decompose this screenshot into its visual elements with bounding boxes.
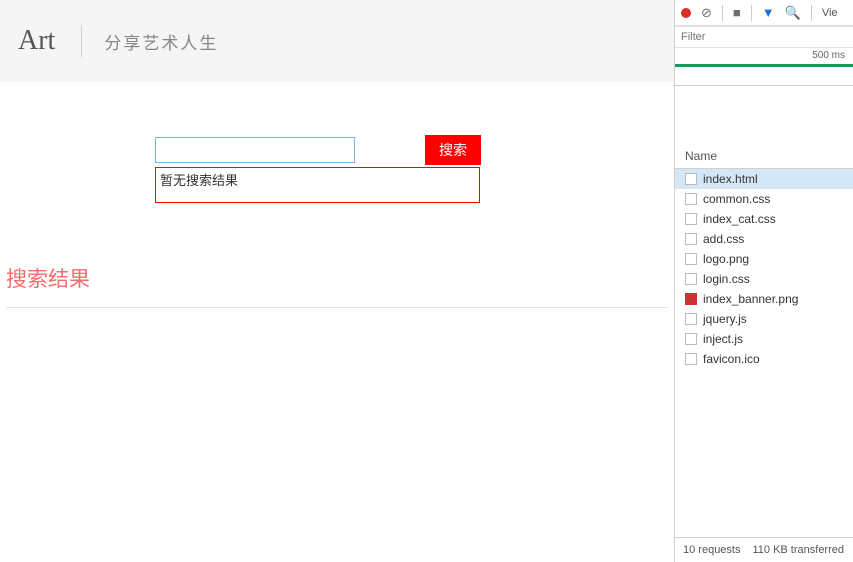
- filter-icon[interactable]: ▼: [762, 5, 775, 20]
- page-header: Art 分享艺术人生: [0, 0, 674, 82]
- file-row[interactable]: index_cat.css: [675, 209, 853, 229]
- name-column-header[interactable]: Name: [675, 144, 853, 169]
- file-row[interactable]: common.css: [675, 189, 853, 209]
- filter-input[interactable]: [675, 26, 853, 48]
- search-icon[interactable]: 🔍: [785, 5, 801, 21]
- file-name: index.html: [703, 172, 758, 186]
- file-icon: [685, 193, 697, 205]
- file-name: add.css: [703, 232, 744, 246]
- file-row[interactable]: login.css: [675, 269, 853, 289]
- divider: [6, 307, 668, 308]
- search-area: 搜索 暂无搜索结果: [155, 135, 674, 203]
- results-heading: 搜索结果: [6, 263, 674, 293]
- file-icon: [685, 213, 697, 225]
- separator: [811, 5, 812, 21]
- file-icon: [685, 273, 697, 285]
- file-row[interactable]: jquery.js: [675, 309, 853, 329]
- requests-count: 10 requests: [683, 544, 740, 556]
- search-input[interactable]: [155, 137, 355, 163]
- file-icon: [685, 313, 697, 325]
- camera-icon[interactable]: ■: [733, 5, 741, 20]
- file-icon: [685, 333, 697, 345]
- file-icon: [685, 173, 697, 185]
- file-row[interactable]: add.css: [675, 229, 853, 249]
- file-name: favicon.ico: [703, 352, 760, 366]
- file-icon: [685, 293, 697, 305]
- record-icon[interactable]: [681, 8, 691, 18]
- status-bar: 10 requests 110 KB transferred: [675, 537, 853, 562]
- timeline[interactable]: 500 ms: [675, 48, 853, 86]
- file-name: inject.js: [703, 332, 743, 346]
- page-content: Art 分享艺术人生 搜索 暂无搜索结果 搜索结果: [0, 0, 675, 562]
- devtools-panel: ⊘ ■ ▼ 🔍 Vie 500 ms Name index.html common…: [675, 0, 853, 562]
- devtools-toolbar: ⊘ ■ ▼ 🔍 Vie: [675, 0, 853, 26]
- file-icon: [685, 353, 697, 365]
- file-row[interactable]: inject.js: [675, 329, 853, 349]
- file-name: common.css: [703, 192, 770, 206]
- file-row[interactable]: index.html: [675, 169, 853, 189]
- file-row[interactable]: favicon.ico: [675, 349, 853, 369]
- view-label: Vie: [822, 7, 838, 19]
- separator: [722, 5, 723, 21]
- timeline-label: 500 ms: [812, 50, 845, 61]
- transferred-size: 110 KB transferred: [752, 544, 844, 556]
- clear-icon[interactable]: ⊘: [701, 5, 712, 21]
- file-name: jquery.js: [703, 312, 747, 326]
- file-name: logo.png: [703, 252, 749, 266]
- search-row: 搜索: [155, 135, 674, 165]
- file-name: index_banner.png: [703, 292, 798, 306]
- network-file-list: index.html common.css index_cat.css add.css…: [675, 169, 853, 537]
- search-dropdown: 暂无搜索结果: [155, 167, 480, 203]
- file-icon: [685, 233, 697, 245]
- tagline: 分享艺术人生: [104, 29, 218, 54]
- file-name: login.css: [703, 272, 750, 286]
- file-name: index_cat.css: [703, 212, 776, 226]
- file-row[interactable]: logo.png: [675, 249, 853, 269]
- waterfall-area: [675, 86, 853, 144]
- file-icon: [685, 253, 697, 265]
- search-button[interactable]: 搜索: [425, 135, 481, 165]
- file-row[interactable]: index_banner.png: [675, 289, 853, 309]
- separator: [751, 5, 752, 21]
- timeline-bar: [675, 64, 853, 67]
- brand-logo: Art: [18, 25, 82, 57]
